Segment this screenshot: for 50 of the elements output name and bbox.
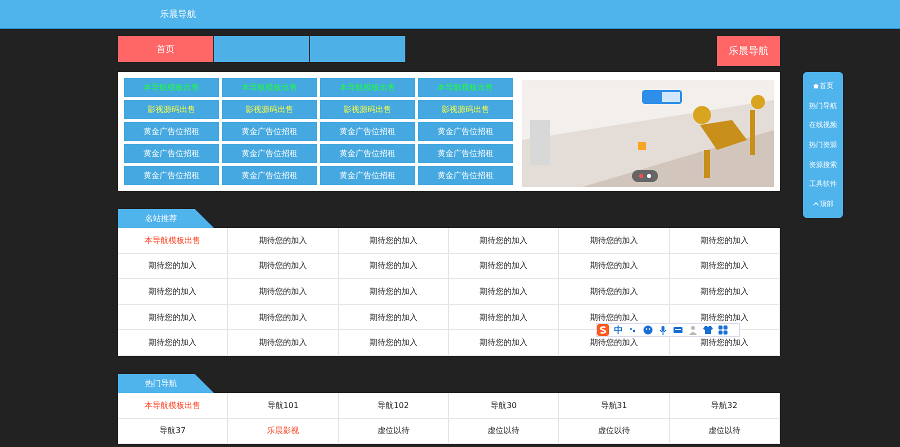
site-link[interactable]: 导航32 xyxy=(670,392,780,419)
sogou-logo-icon[interactable] xyxy=(597,324,609,336)
site-link[interactable]: 期待您的加入 xyxy=(670,254,780,280)
grid-icon[interactable] xyxy=(718,325,728,335)
site-link[interactable]: 期待您的加入 xyxy=(118,330,228,356)
site-link[interactable]: 期待您的加入 xyxy=(559,279,670,305)
site-link[interactable]: 期待您的加入 xyxy=(449,228,560,254)
site-link[interactable]: 本导航模板出售 xyxy=(118,228,228,254)
chevron-up-icon xyxy=(812,201,818,208)
site-link[interactable]: 期待您的加入 xyxy=(449,304,560,330)
site-link[interactable]: 期待您的加入 xyxy=(228,279,339,305)
site-link[interactable]: 期待您的加入 xyxy=(670,228,780,254)
keyboard-icon[interactable] xyxy=(673,325,683,335)
site-link[interactable]: 本导航模板出售 xyxy=(118,392,228,419)
site-link[interactable]: 期待您的加入 xyxy=(670,279,780,305)
site-link[interactable]: 期待您的加入 xyxy=(118,304,228,330)
site-link[interactable]: 虚位以待 xyxy=(449,418,560,444)
site-link[interactable]: 期待您的加入 xyxy=(228,228,339,254)
site-link[interactable]: 导航37 xyxy=(118,418,228,444)
site-link[interactable]: 期待您的加入 xyxy=(559,254,670,280)
site-link[interactable]: 虚位以待 xyxy=(338,418,449,444)
site-link[interactable]: 期待您的加入 xyxy=(338,254,449,280)
site-link[interactable]: 期待您的加入 xyxy=(118,254,228,280)
site-link[interactable]: 期待您的加入 xyxy=(449,330,560,356)
site-link[interactable]: 期待您的加入 xyxy=(338,228,449,254)
site-link[interactable]: 期待您的加入 xyxy=(559,228,670,254)
site-link[interactable]: 期待您的加入 xyxy=(228,330,339,356)
site-link[interactable]: 虚位以待 xyxy=(670,418,780,444)
site-link[interactable]: 期待您的加入 xyxy=(338,304,449,330)
microphone-icon[interactable] xyxy=(658,325,668,335)
site-link[interactable]: 期待您的加入 xyxy=(338,279,449,305)
site-link[interactable]: 虚位以待 xyxy=(559,418,670,444)
carousel-dot[interactable] xyxy=(639,174,643,178)
shirt-icon[interactable] xyxy=(703,325,713,335)
site-link[interactable]: 期待您的加入 xyxy=(118,279,228,305)
punctuation-icon[interactable] xyxy=(628,325,638,335)
home-icon xyxy=(812,82,818,89)
site-link[interactable]: 导航31 xyxy=(559,392,670,419)
site-link[interactable]: 导航101 xyxy=(228,392,339,419)
site-link[interactable]: 乐晨影视 xyxy=(228,418,339,444)
site-link[interactable]: 期待您的加入 xyxy=(449,279,560,305)
site-link[interactable]: 导航102 xyxy=(338,392,449,419)
site-link[interactable]: 期待您的加入 xyxy=(338,330,449,356)
smiley-icon[interactable] xyxy=(643,325,653,335)
site-link[interactable]: 导航30 xyxy=(449,392,560,419)
carousel-dot[interactable] xyxy=(647,174,651,178)
site-link[interactable]: 期待您的加入 xyxy=(449,254,560,280)
site-link[interactable]: 期待您的加入 xyxy=(228,304,339,330)
site-title: 乐晨导航 xyxy=(160,8,196,20)
site-link[interactable]: 期待您的加入 xyxy=(228,254,339,280)
